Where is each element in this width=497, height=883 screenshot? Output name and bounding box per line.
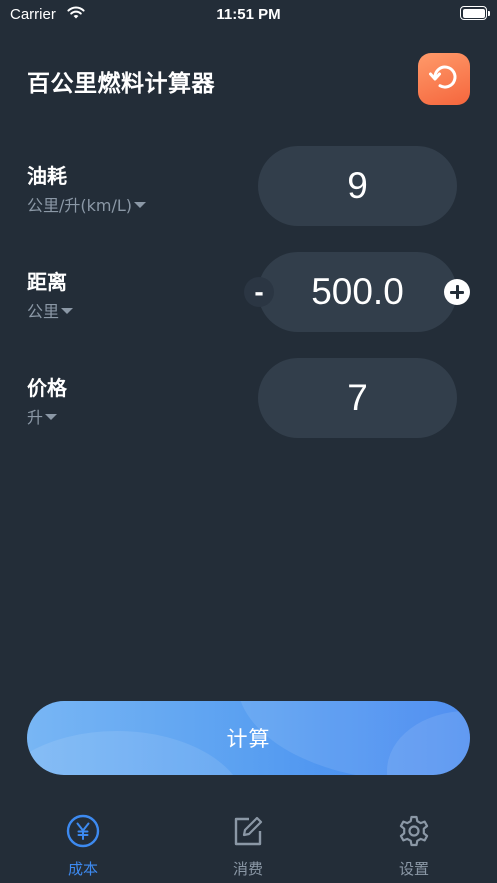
caret-down-icon <box>134 202 147 208</box>
yen-circle-icon <box>66 814 100 852</box>
distance-label: 距离 <box>27 270 67 294</box>
calculate-button-label: 计算 <box>226 727 271 751</box>
tab-cost[interactable]: 成本 <box>33 814 133 878</box>
price-input[interactable]: 7 <box>258 358 457 438</box>
distance-input[interactable]: 500.0 <box>258 252 457 332</box>
calculate-button[interactable]: 计算 <box>27 701 470 775</box>
tab-settings-label: 设置 <box>398 860 429 878</box>
increment-plus-icon[interactable] <box>444 279 470 305</box>
tab-cost-label: 成本 <box>67 860 98 878</box>
price-unit: 升 <box>27 408 44 427</box>
battery-icon <box>460 6 490 20</box>
fuel-consumption-label: 油耗 <box>27 164 67 188</box>
fuel-consumption-unit-select[interactable]: 公里/升(km/L) <box>27 192 147 216</box>
gear-icon <box>397 814 431 852</box>
edit-square-icon <box>231 814 265 852</box>
fuel-consumption-unit: 公里/升(km/L) <box>27 196 133 215</box>
tab-settings[interactable]: 设置 <box>364 814 464 878</box>
fuel-consumption-input[interactable]: 9 <box>258 146 457 226</box>
tab-bar: 成本 消费 设置 <box>0 800 497 883</box>
caret-down-icon <box>61 308 74 314</box>
wave-decoration <box>27 731 247 775</box>
distance-unit-select[interactable]: 公里 <box>27 298 74 322</box>
distance-unit: 公里 <box>27 302 60 321</box>
clock: 11:51 PM <box>216 6 281 23</box>
page-title: 百公里燃料计算器 <box>27 71 215 97</box>
caret-down-icon <box>45 414 58 420</box>
decrement-button[interactable]: - <box>244 277 274 307</box>
price-label: 价格 <box>27 376 67 400</box>
price-row: 价格 升 7 <box>0 358 497 438</box>
tab-consume[interactable]: 消费 <box>198 814 298 878</box>
reset-rotate-icon <box>427 60 461 98</box>
reset-button[interactable] <box>418 53 470 105</box>
distance-row: 距离 公里 500.0 - <box>0 252 497 332</box>
status-bar: Carrier 11:51 PM <box>0 0 497 30</box>
fuel-consumption-row: 油耗 公里/升(km/L) 9 <box>0 146 497 226</box>
price-unit-select[interactable]: 升 <box>27 404 58 428</box>
tab-consume-label: 消费 <box>232 860 263 878</box>
